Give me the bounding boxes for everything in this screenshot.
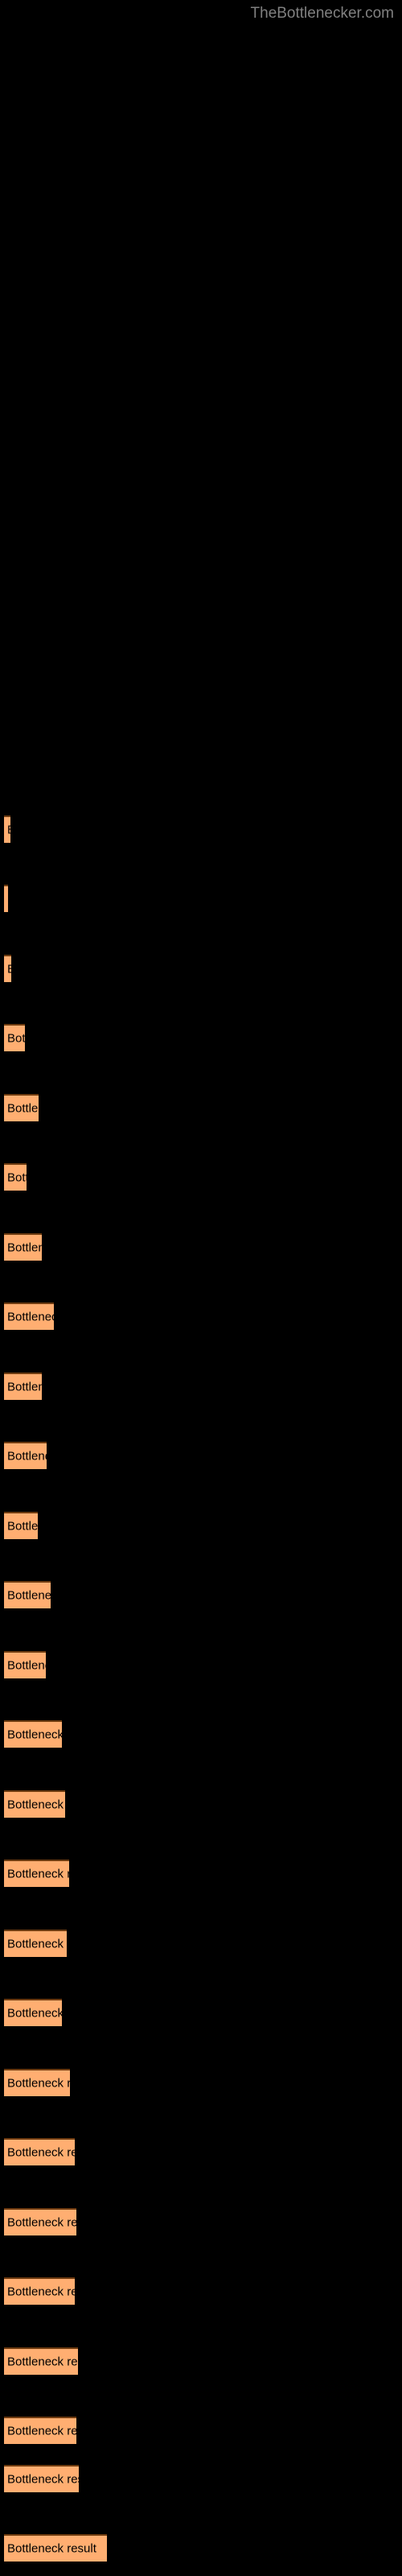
bar-23: Bottleneck result — [4, 2347, 78, 2375]
bar-label: Bottleneck result — [7, 1798, 65, 1812]
bar-25: Bottleneck result — [4, 2465, 79, 2492]
bar-7: Bottleneck result — [4, 1233, 42, 1261]
bar-14: Bottleneck result — [4, 1720, 62, 1748]
bar-26: Bottleneck result — [4, 2534, 107, 2562]
bar-label: Bottleneck result — [7, 1241, 42, 1255]
bar-label: Bottleneck result — [7, 1380, 42, 1394]
bar-24: Bottleneck result — [4, 2417, 76, 2444]
bar-19: Bottleneck result — [4, 2069, 70, 2096]
bar-5: Bottleneck result — [4, 1094, 39, 1121]
bar-12: Bottleneck result — [4, 1581, 51, 1608]
bar-21: Bottleneck result — [4, 2208, 76, 2235]
bar-17: Bottleneck result — [4, 1930, 67, 1957]
bar-label: Bottleneck result — [7, 1449, 47, 1463]
bar-label: Bottleneck result — [7, 1519, 38, 1534]
bar-4: Bottleneck result — [4, 1024, 25, 1051]
bar-label: Bottleneck result — [7, 963, 11, 976]
bar-label: Bottleneck result — [7, 1170, 27, 1185]
bar-16: Bottleneck result — [4, 1860, 69, 1887]
bar-20: Bottleneck result — [4, 2138, 75, 2165]
chart-root: TheBottlenecker.com Bottleneck resultBot… — [0, 0, 402, 2576]
bar-label: Bottleneck result — [7, 1937, 67, 1951]
bar-series: Bottleneck result Bottleneck result Bottle… — [0, 0, 402, 2576]
bar-label: Bottleneck result — [7, 1588, 51, 1603]
bar-label: Bottleneck result — [7, 2285, 75, 2299]
bar-9: Bottleneck result — [4, 1373, 42, 1400]
bar-label: Bottleneck result — [7, 1728, 62, 1742]
bar-label: Bottleneck result — [7, 893, 8, 906]
bar-22: Bottleneck result — [4, 2277, 75, 2305]
bar-label: Bottleneck result — [7, 824, 10, 837]
bar-11: Bottleneck result — [4, 1512, 38, 1539]
bar-3: Bottleneck result — [4, 955, 11, 982]
bar-label: Bottleneck result — [7, 2006, 62, 2021]
bar-label: Bottleneck result — [7, 2472, 79, 2487]
bar-label: Bottleneck result — [7, 2145, 75, 2160]
bar-label: Bottleneck result — [7, 2424, 76, 2438]
bar-13: Bottleneck result — [4, 1651, 46, 1678]
bar-15: Bottleneck result — [4, 1790, 65, 1818]
bar-10: Bottleneck result — [4, 1442, 47, 1469]
bar-2: Bottleneck result — [4, 885, 8, 912]
bar-1: Bottleneck result — [4, 815, 10, 843]
bar-18: Bottleneck result — [4, 1999, 62, 2026]
bar-label: Bottleneck result — [7, 2076, 70, 2091]
bar-6: Bottleneck result — [4, 1163, 27, 1191]
bar-8: Bottleneck result — [4, 1302, 54, 1330]
bar-label: Bottleneck result — [7, 2355, 78, 2369]
bar-label: Bottleneck result — [7, 1031, 25, 1046]
bar-label: Bottleneck result — [7, 1867, 69, 1881]
bar-label: Bottleneck result — [7, 1101, 39, 1116]
bar-label: Bottleneck result — [7, 1310, 54, 1324]
bar-label: Bottleneck result — [7, 1658, 46, 1673]
bar-label: Bottleneck result — [7, 2215, 76, 2230]
bar-label: Bottleneck result — [7, 2541, 96, 2556]
